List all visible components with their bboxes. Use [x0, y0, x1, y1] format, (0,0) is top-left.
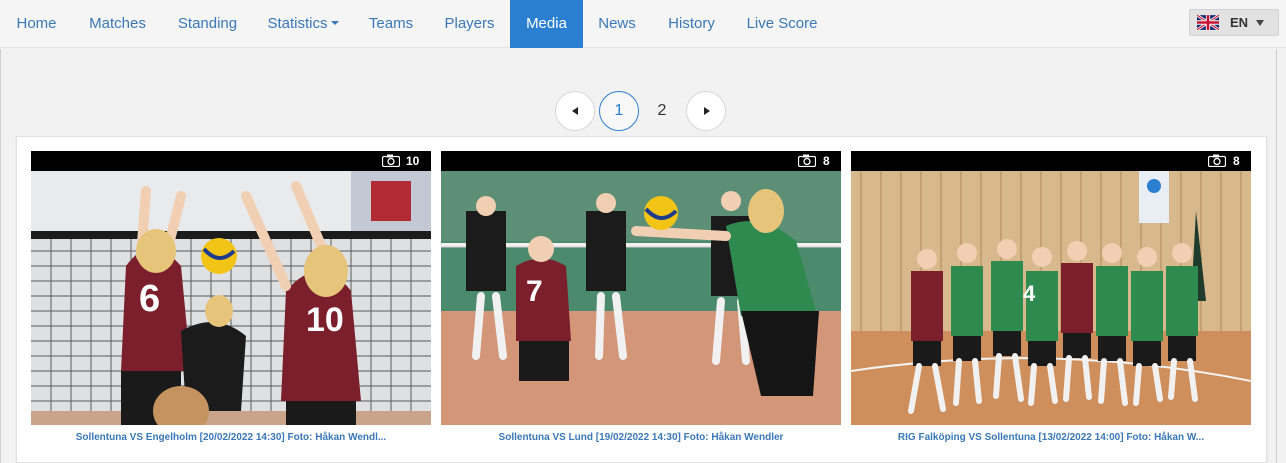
- scrollbar-track[interactable]: [1276, 49, 1277, 463]
- nav-matches[interactable]: Matches: [73, 0, 162, 48]
- main-navbar: Home Matches Standing Statistics Teams P…: [0, 0, 1286, 48]
- svg-text:10: 10: [306, 301, 344, 339]
- gallery-card[interactable]: 8 7 Sollentuna VS Lund [19/02/2022 14:30…: [441, 151, 841, 451]
- left-border: [0, 49, 1, 463]
- photo-caption[interactable]: Sollentuna VS Engelholm [20/02/2022 14:3…: [31, 425, 431, 451]
- language-code: EN: [1230, 15, 1249, 30]
- pagination-page-2[interactable]: 2: [648, 91, 676, 131]
- photo-count: 8: [823, 154, 830, 168]
- photo-count: 10: [406, 154, 420, 168]
- nav-players[interactable]: Players: [429, 0, 510, 48]
- photo-count: 8: [1233, 154, 1240, 168]
- pagination-prev-button[interactable]: [555, 91, 595, 131]
- nav-teams[interactable]: Teams: [353, 0, 429, 48]
- svg-text:4: 4: [1023, 281, 1036, 306]
- nav-history[interactable]: History: [651, 0, 732, 48]
- nav-news[interactable]: News: [583, 0, 651, 48]
- match-photo[interactable]: 7: [441, 171, 841, 425]
- uk-flag-icon: [1197, 15, 1219, 30]
- card-header: 8: [441, 151, 841, 171]
- nav-live-score[interactable]: Live Score: [732, 0, 832, 48]
- nav-standing[interactable]: Standing: [162, 0, 253, 48]
- triangle-right-icon: [704, 107, 710, 115]
- card-header: 10: [31, 151, 431, 171]
- nav-media[interactable]: Media: [510, 0, 583, 48]
- nav-statistics[interactable]: Statistics: [253, 0, 353, 48]
- photo-caption[interactable]: Sollentuna VS Lund [19/02/2022 14:30] Fo…: [441, 425, 841, 451]
- nav-home[interactable]: Home: [0, 0, 73, 48]
- gallery-card[interactable]: 10 6 10 Sollentuna VS Engelholm [20/02/2…: [31, 151, 431, 451]
- match-photo[interactable]: 6 10: [31, 171, 431, 425]
- chevron-down-icon: [330, 21, 339, 26]
- match-photo[interactable]: 4: [851, 171, 1251, 425]
- camera-icon: [798, 154, 816, 167]
- svg-text:7: 7: [526, 275, 543, 308]
- gallery-card[interactable]: 8 4 RIG Falköping VS Sollentuna [13/02/2…: [851, 151, 1251, 451]
- caret-down-icon: [1256, 20, 1264, 26]
- pagination-next-button[interactable]: [686, 91, 726, 131]
- nav-statistics-label: Statistics: [267, 15, 328, 32]
- camera-icon: [1208, 154, 1226, 167]
- language-selector[interactable]: EN: [1189, 9, 1279, 36]
- pagination-page-1[interactable]: 1: [599, 91, 639, 131]
- svg-text:6: 6: [139, 278, 160, 320]
- photo-caption[interactable]: RIG Falköping VS Sollentuna [13/02/2022 …: [851, 425, 1251, 451]
- card-header: 8: [851, 151, 1251, 171]
- triangle-left-icon: [572, 107, 578, 115]
- camera-icon: [382, 154, 400, 167]
